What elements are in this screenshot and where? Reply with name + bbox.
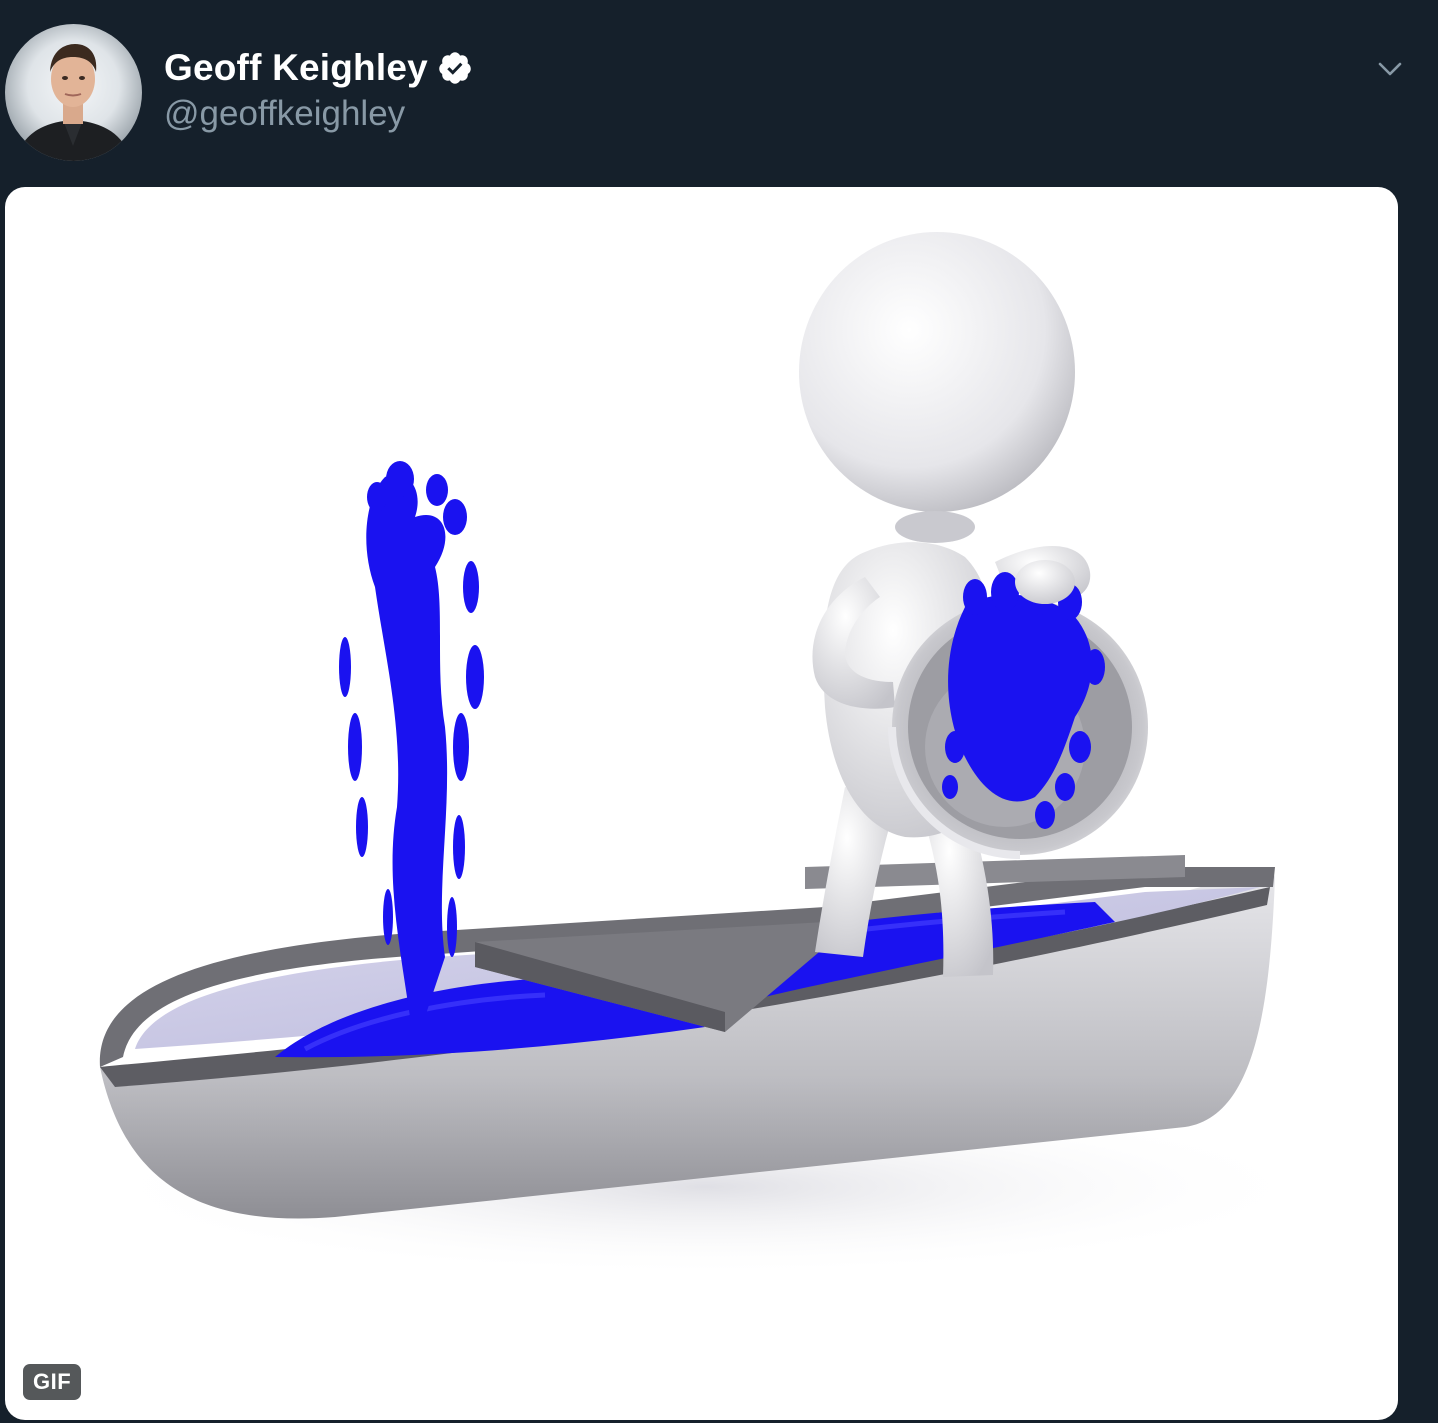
author-name-row[interactable]: Geoff Keighley (164, 44, 473, 92)
tweet-media-gif[interactable]: GIF (5, 187, 1398, 1420)
tweet-header: Geoff Keighley @geoffkeighley (0, 0, 1438, 180)
chevron-down-icon (1378, 62, 1402, 76)
gif-illustration-icon (85, 232, 1325, 1277)
tweet-menu-button[interactable] (1372, 54, 1408, 84)
author-display-name[interactable]: Geoff Keighley (164, 47, 428, 89)
avatar-photo-icon (15, 44, 132, 161)
author-avatar[interactable] (5, 24, 142, 161)
author-handle[interactable]: @geoffkeighley (164, 94, 405, 134)
gif-badge: GIF (23, 1364, 82, 1400)
tweet-card: Geoff Keighley @geoffkeighley GIF (0, 0, 1438, 1423)
verified-badge-icon (437, 50, 473, 86)
